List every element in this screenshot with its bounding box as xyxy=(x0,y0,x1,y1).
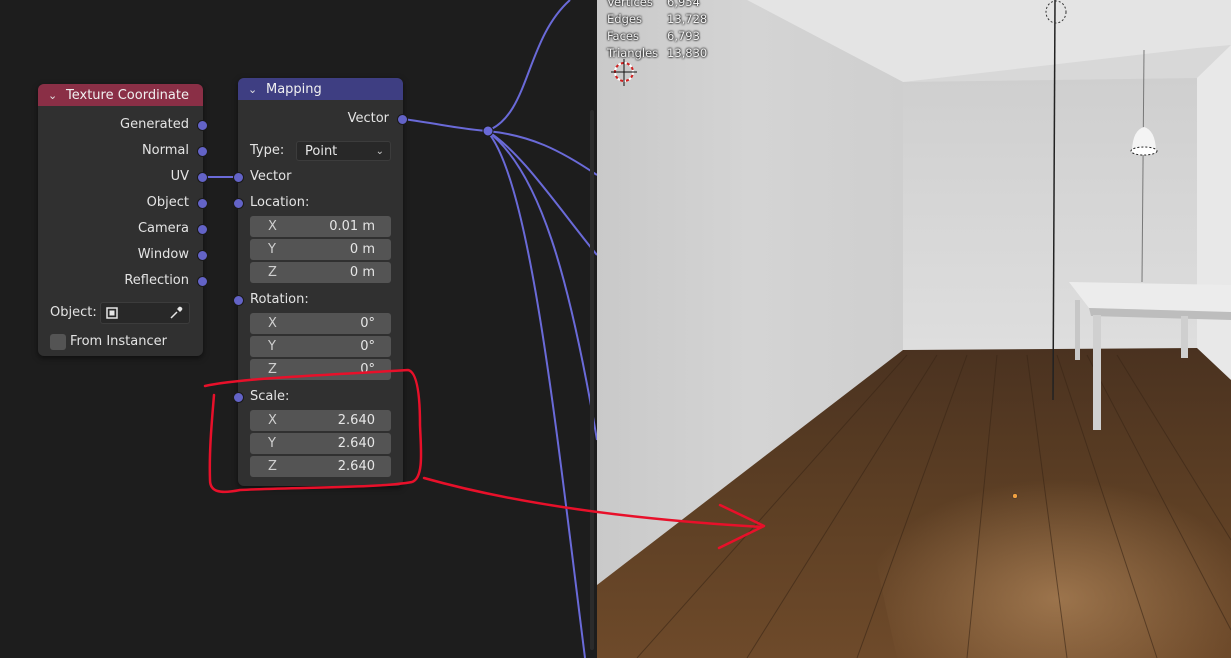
output-uv: UV xyxy=(170,169,189,184)
stat-row: Vertices 6,954 xyxy=(607,0,707,11)
stat-label: Faces xyxy=(607,29,639,43)
field-value: 0° xyxy=(360,362,375,377)
node-header[interactable]: ⌄ Texture Coordinate xyxy=(38,84,203,106)
object-label: Object: xyxy=(50,305,97,320)
field-value: 2.640 xyxy=(337,459,375,474)
output-reflection: Reflection xyxy=(124,273,189,288)
scene-statistics: Vertices 6,954 Edges 13,728 Faces 6,793 Tri… xyxy=(607,0,707,62)
socket-input-vector[interactable] xyxy=(233,172,244,183)
socket-window[interactable] xyxy=(197,250,208,261)
stat-value: 6,954 xyxy=(667,0,700,9)
axis-label: Y xyxy=(268,339,276,354)
field-value: 0° xyxy=(360,316,375,331)
node-header[interactable]: ⌄ Mapping xyxy=(238,78,403,100)
stat-row: Triangles 13,830 xyxy=(607,45,707,62)
type-dropdown[interactable]: Point ⌄ xyxy=(296,141,391,161)
axis-label: Y xyxy=(268,242,276,257)
scale-z-field[interactable]: Z 2.640 xyxy=(250,456,391,477)
socket-reflection[interactable] xyxy=(197,276,208,287)
axis-label: X xyxy=(268,413,277,428)
right-wall xyxy=(1197,45,1231,380)
node-title: Texture Coordinate xyxy=(66,87,189,103)
socket-uv[interactable] xyxy=(197,172,208,183)
axis-label: X xyxy=(268,316,277,331)
scale-x-field[interactable]: X 2.640 xyxy=(250,410,391,431)
node-title: Mapping xyxy=(266,81,322,97)
output-window: Window xyxy=(137,247,189,262)
reroute-node xyxy=(482,125,494,137)
stat-row: Faces 6,793 xyxy=(607,28,707,45)
chevron-down-icon[interactable]: ⌄ xyxy=(248,83,260,96)
field-value: 0° xyxy=(360,339,375,354)
from-instancer-label: From Instancer xyxy=(70,334,167,349)
render-scene xyxy=(597,0,1231,658)
location-x-field[interactable]: X 0.01 m xyxy=(250,216,391,237)
type-label: Type: xyxy=(250,143,285,158)
output-generated: Generated xyxy=(120,117,189,132)
field-value: 0 m xyxy=(349,265,375,280)
chevron-down-icon: ⌄ xyxy=(375,146,384,157)
output-normal: Normal xyxy=(141,143,189,158)
axis-label: Y xyxy=(268,436,276,451)
stat-label: Edges xyxy=(607,12,642,26)
axis-label: Z xyxy=(268,362,277,377)
field-value: 2.640 xyxy=(337,436,375,451)
socket-location[interactable] xyxy=(233,198,244,209)
texture-coordinate-node[interactable]: ⌄ Texture Coordinate Generated Normal UV… xyxy=(38,84,208,356)
stat-value: 6,793 xyxy=(667,29,700,43)
scale-label: Scale: xyxy=(250,389,290,404)
field-value: 2.640 xyxy=(337,413,375,428)
branch-wire-1 xyxy=(486,0,571,132)
stat-row: Edges 13,728 xyxy=(607,11,707,28)
axis-label: Z xyxy=(268,265,277,280)
table-leg xyxy=(1093,315,1101,430)
type-value: Point xyxy=(305,144,338,159)
branch-wire-3 xyxy=(486,130,597,441)
axis-label: Z xyxy=(268,459,277,474)
stat-label: Vertices xyxy=(607,0,653,9)
socket-rotation[interactable] xyxy=(233,295,244,306)
object-picker[interactable] xyxy=(100,302,190,324)
socket-output-vector[interactable] xyxy=(397,114,408,125)
object-icon xyxy=(106,307,118,319)
rotation-z-field[interactable]: Z 0° xyxy=(250,359,391,380)
field-value: 0 m xyxy=(349,242,375,257)
field-value: 0.01 m xyxy=(329,219,375,234)
3d-viewport[interactable]: Vertices 6,954 Edges 13,728 Faces 6,793 Tri… xyxy=(597,0,1231,658)
location-z-field[interactable]: Z 0 m xyxy=(250,262,391,283)
axis-label: X xyxy=(268,219,277,234)
branch-wire-2 xyxy=(486,130,597,176)
mapping-node[interactable]: ⌄ Mapping Vector Type: Point ⌄ Vector Lo… xyxy=(233,78,408,486)
stat-value: 13,728 xyxy=(667,12,708,26)
output-object: Object xyxy=(146,195,189,210)
socket-generated[interactable] xyxy=(197,120,208,131)
location-y-field[interactable]: Y 0 m xyxy=(250,239,391,260)
location-label: Location: xyxy=(250,195,310,210)
socket-object[interactable] xyxy=(197,198,208,209)
output-vector-label: Vector xyxy=(347,111,389,126)
floor-shine xyxy=(847,420,1231,658)
rotation-label: Rotation: xyxy=(250,292,309,307)
from-instancer-checkbox[interactable] xyxy=(50,334,66,350)
object-origin xyxy=(1012,493,1018,499)
output-camera: Camera xyxy=(137,221,189,236)
branch-wire-4 xyxy=(486,130,586,658)
socket-scale[interactable] xyxy=(233,392,244,403)
scale-y-field[interactable]: Y 2.640 xyxy=(250,433,391,454)
chevron-down-icon[interactable]: ⌄ xyxy=(48,89,60,102)
rotation-x-field[interactable]: X 0° xyxy=(250,313,391,334)
socket-camera[interactable] xyxy=(197,224,208,235)
socket-normal[interactable] xyxy=(197,146,208,157)
branch-wire-5 xyxy=(486,130,597,256)
shader-node-editor[interactable]: ⌄ Texture Coordinate Generated Normal UV… xyxy=(0,0,597,658)
rotation-y-field[interactable]: Y 0° xyxy=(250,336,391,357)
editor-scrollbar[interactable] xyxy=(590,110,594,650)
stat-value: 13,830 xyxy=(667,46,708,60)
eyedropper-icon[interactable] xyxy=(168,305,184,321)
table-top xyxy=(1069,282,1231,312)
stat-label: Triangles xyxy=(607,46,659,60)
mapping-output-wire xyxy=(402,118,488,132)
input-vector-label: Vector xyxy=(250,169,292,184)
